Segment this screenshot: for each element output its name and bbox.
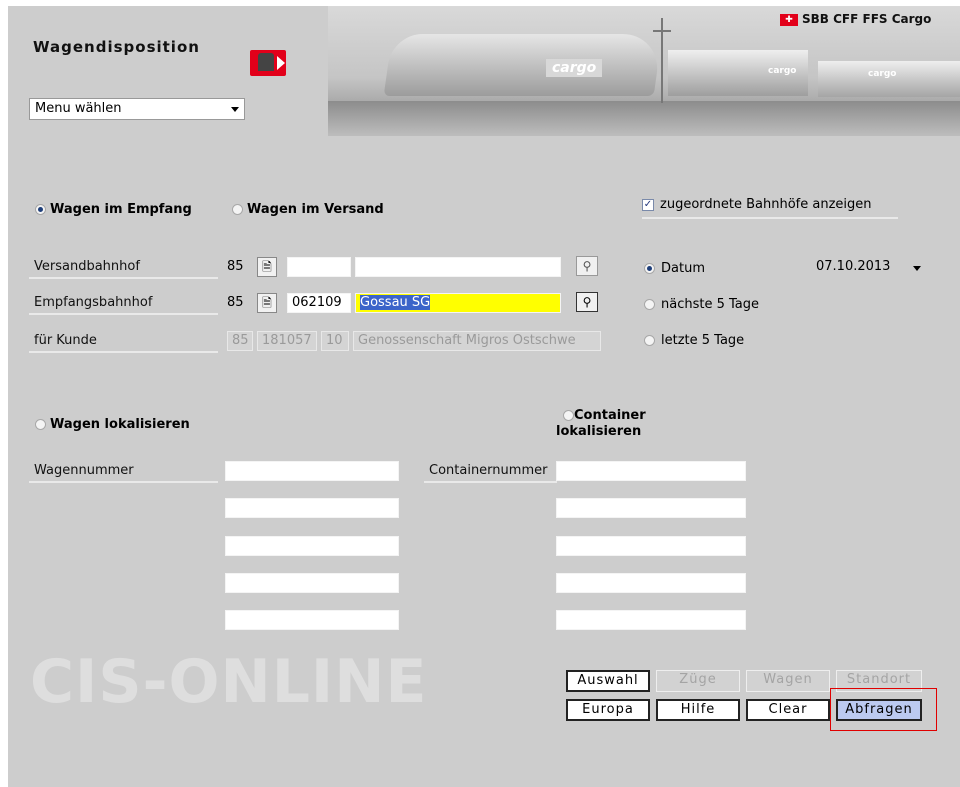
empfang-search-icon[interactable]: ⚲ — [576, 292, 598, 312]
abfragen-focus-outline — [830, 688, 937, 731]
dropdown-arrow-icon — [231, 107, 239, 112]
checkbox-zugeordnete-bahnhoefe[interactable]: ✓ zugeordnete Bahnhöfe anzeigen — [642, 197, 898, 219]
radio-icon — [35, 419, 46, 430]
app-title: Wagendisposition — [33, 38, 200, 56]
kunde-country-input[interactable]: 85 — [227, 331, 253, 351]
empfang-station-name-value: Gossau SG — [360, 295, 431, 310]
radio-wagen-im-empfang[interactable]: Wagen im Empfang — [35, 202, 192, 217]
versandbahnhof-label: Versandbahnhof — [29, 257, 218, 279]
radio-wagen-im-versand[interactable]: Wagen im Versand — [232, 202, 384, 217]
hopper-wagon-image — [383, 34, 663, 96]
radio-icon — [644, 299, 655, 310]
versand-country-code: 85 — [227, 259, 244, 274]
radio-letzte-5-tage[interactable]: letzte 5 Tage — [644, 333, 744, 348]
date-dropdown[interactable]: 07.10.2013 — [816, 257, 926, 277]
menu-dropdown[interactable]: Menu wählen — [29, 98, 245, 120]
kunde-number-input[interactable]: 181057 — [257, 331, 317, 351]
versand-station-name-input[interactable] — [355, 257, 561, 277]
europa-button[interactable]: Europa — [566, 699, 650, 721]
empfangsbahnhof-label: Empfangsbahnhof — [29, 293, 218, 315]
containernummer-input[interactable] — [556, 610, 746, 630]
swiss-cross-icon: ✚ — [780, 13, 798, 26]
checkbox-checked-icon: ✓ — [642, 198, 654, 211]
flatcar-image — [818, 61, 960, 97]
wagennummer-input[interactable] — [225, 573, 399, 593]
cargo-logo: cargo — [868, 69, 897, 79]
wagennummer-input[interactable] — [225, 536, 399, 556]
zuege-button[interactable]: Züge — [656, 670, 740, 692]
wagennummer-input[interactable] — [225, 610, 399, 630]
wagennummer-label: Wagennummer — [29, 461, 218, 483]
fuer-kunde-label: für Kunde — [29, 331, 218, 353]
dropdown-arrow-icon — [913, 266, 921, 271]
containernummer-input[interactable] — [556, 536, 746, 556]
cis-online-watermark: CIS-ONLINE — [30, 647, 428, 717]
wagen-button[interactable]: Wagen — [746, 670, 830, 692]
kunde-name-input[interactable]: Genossenschaft Migros Ostschwe — [353, 331, 601, 351]
containernummer-input[interactable] — [556, 573, 746, 593]
auswahl-button[interactable]: Auswahl — [566, 670, 650, 692]
date-value: 07.10.2013 — [816, 259, 891, 274]
wagennummer-input[interactable] — [225, 498, 399, 518]
radio-icon — [644, 335, 655, 346]
containernummer-input[interactable] — [556, 461, 746, 481]
wagennummer-input[interactable] — [225, 461, 399, 481]
radio-icon — [563, 410, 574, 421]
empfang-station-code-input[interactable]: 062109 — [287, 293, 351, 313]
brand-logo: ✚ SBB CFF FFS Cargo — [780, 12, 931, 26]
radio-container-lokalisieren[interactable]: Container lokalisieren — [556, 408, 696, 440]
radio-icon-selected — [644, 263, 655, 274]
containernummer-input[interactable] — [556, 498, 746, 518]
radio-naechste-5-tage[interactable]: nächste 5 Tage — [644, 297, 759, 312]
empfang-station-name-input[interactable]: Gossau SG — [355, 293, 561, 313]
menu-dropdown-value: Menu wählen — [35, 101, 122, 116]
versand-search-icon[interactable]: ⚲ — [576, 256, 598, 276]
containernummer-label: Containernummer — [424, 461, 557, 483]
hilfe-button[interactable]: Hilfe — [656, 699, 740, 721]
versand-list-button[interactable]: 🗎 — [257, 257, 277, 277]
kunde-sub-input[interactable]: 10 — [321, 331, 349, 351]
application-window: Wagendisposition cargo cargo cargo ✚ SBB … — [8, 6, 960, 787]
radio-icon — [232, 204, 243, 215]
cargo-logo: cargo — [768, 66, 797, 76]
empfang-country-code: 85 — [227, 295, 244, 310]
wagon-logo-icon — [250, 50, 286, 76]
radio-datum[interactable]: Datum — [644, 261, 705, 276]
versand-station-code-input[interactable] — [287, 257, 351, 277]
radio-wagen-lokalisieren[interactable]: Wagen lokalisieren — [35, 417, 190, 432]
clear-button[interactable]: Clear — [746, 699, 830, 721]
brand-name: SBB CFF FFS Cargo — [802, 12, 932, 26]
empfang-list-button[interactable]: 🗎 — [257, 293, 277, 313]
cargo-logo: cargo — [546, 59, 603, 77]
radio-icon-selected — [35, 204, 46, 215]
